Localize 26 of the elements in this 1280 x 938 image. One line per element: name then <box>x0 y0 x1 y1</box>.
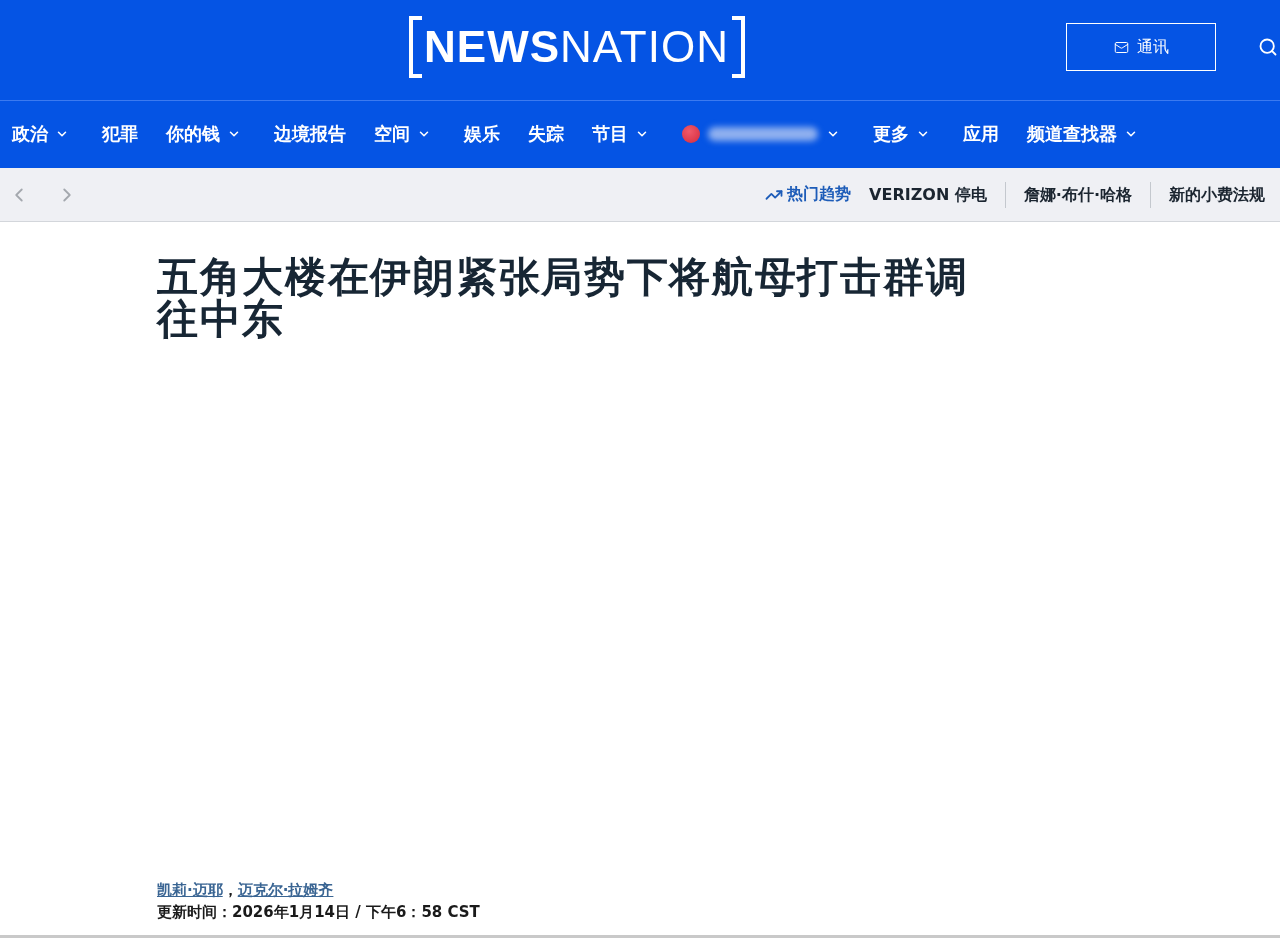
trending-label: 热门趋势 <box>787 184 852 205</box>
author-link[interactable]: 迈克尔·拉姆齐 <box>237 881 334 900</box>
trending-topic-link[interactable]: 詹娜·布什·哈格 <box>1004 181 1132 208</box>
nav-link[interactable]: 空间 <box>374 121 436 146</box>
nav-link[interactable]: 边境报告 <box>274 121 346 146</box>
nav-link[interactable]: 犯罪 <box>102 121 138 146</box>
updated-time: 更新时间：2026年1月14日 / 下午6：58 CST <box>157 902 480 923</box>
nav-link[interactable]: 频道查找器 <box>1027 121 1143 146</box>
nav-link[interactable]: 应用 <box>963 121 999 146</box>
nav-link[interactable]: 更多 <box>873 121 935 146</box>
nav-link[interactable]: 失踪 <box>528 121 564 146</box>
author-link[interactable]: 凯莉·迈耶 <box>157 881 223 900</box>
nav-link[interactable]: 你的钱 <box>166 121 246 146</box>
nav-link[interactable]: 娱乐 <box>464 121 500 146</box>
live-dot-icon <box>682 124 700 143</box>
author-separator: ， <box>222 881 238 900</box>
mail-icon <box>1113 39 1129 55</box>
trending-topic-link[interactable]: 新的小费法规 <box>1150 181 1265 208</box>
search-button[interactable] <box>1258 37 1278 57</box>
trending-topic-link[interactable]: VERIZON 停电 <box>869 181 987 208</box>
nav-link[interactable]: 政治 <box>12 121 74 146</box>
headline: 五角大楼在伊朗紧张局势下将航母打击群调往中东 <box>157 256 970 340</box>
search-icon <box>1258 37 1278 57</box>
logo[interactable]: NEWSNATION <box>409 16 745 78</box>
nav-link[interactable]: 节目 <box>592 121 654 146</box>
newsletter-button[interactable]: 通讯 <box>1066 23 1216 71</box>
